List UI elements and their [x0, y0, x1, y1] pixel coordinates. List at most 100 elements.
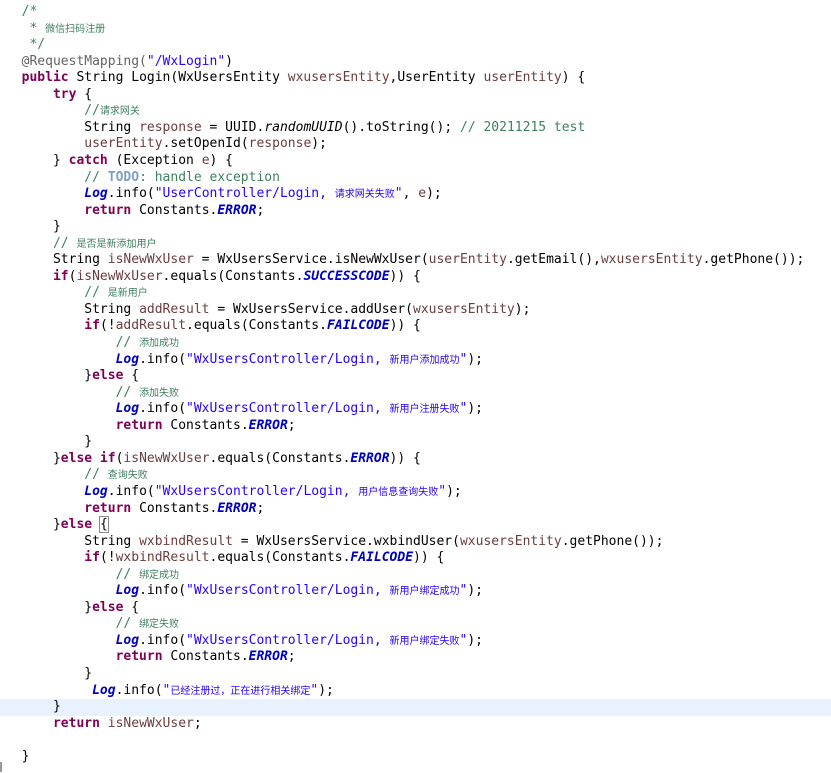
code-token: ) { [209, 152, 233, 168]
code-line[interactable]: // 是新用户 [0, 285, 831, 302]
code-token: } [6, 450, 61, 466]
code-token: if [52, 268, 69, 284]
code-line[interactable]: }else if(isNewWxUser.equals(Constants.ER… [0, 451, 831, 468]
code-token: : handle exception [139, 169, 280, 185]
code-line[interactable]: } [0, 749, 831, 766]
code-line[interactable]: } catch (Exception e) { [0, 153, 831, 170]
code-token: = WxUsersService.wxbindUser( [232, 533, 460, 549]
code-line[interactable]: // 查询失败 [0, 467, 831, 484]
code-line-text: // 添加成功 [6, 335, 180, 353]
code-line-text: Log.info("WxUsersController/Login, 新用户绑定… [6, 583, 483, 601]
code-line[interactable]: * 微信扫码注册 [0, 21, 831, 38]
code-token: response [248, 136, 312, 152]
code-token: // [6, 566, 140, 582]
code-token: .info( [107, 483, 155, 499]
code-line[interactable]: return isNewWxUser; [0, 716, 831, 733]
code-token: )) { [389, 318, 421, 334]
code-line-text: // TODO: handle exception [6, 170, 280, 187]
code-line-text: if(isNewWxUser.equals(Constants.SUCCESSC… [6, 269, 421, 286]
code-token: .getPhone()); [561, 533, 664, 549]
code-line-text: Log.info("WxUsersController/Login, 新用户添加… [6, 352, 483, 370]
code-token: 是否是新添加用户 [76, 238, 157, 250]
code-token: return [115, 649, 163, 665]
code-line[interactable]: @RequestMapping("/WxLogin") [0, 54, 831, 71]
code-token: // 20211215 test [460, 119, 586, 135]
code-token: } [6, 599, 93, 615]
code-line[interactable]: } [0, 666, 831, 683]
code-token: 添加失败 [139, 387, 180, 399]
code-line[interactable]: String isNewWxUser = WxUsersService.isNe… [0, 252, 831, 269]
code-token: return [84, 500, 132, 516]
code-line[interactable]: // 添加失败 [0, 385, 831, 402]
code-line[interactable]: if(!wxbindResult.equals(Constants.FAILCO… [0, 550, 831, 567]
code-token: ); [514, 301, 531, 317]
code-token: if [84, 550, 100, 566]
code-line[interactable]: /* [0, 4, 831, 21]
code-line[interactable]: return Constants.ERROR; [0, 649, 831, 666]
code-line[interactable]: } [0, 219, 831, 236]
code-line[interactable]: }else { [0, 600, 831, 617]
code-token: Log [115, 632, 140, 648]
code-line-text: if(!addResult.equals(Constants.FAILCODE)… [6, 318, 421, 335]
code-token: (Exception [107, 152, 202, 168]
code-line[interactable]: Log.info("WxUsersController/Login, 用户信息查… [0, 484, 831, 501]
code-line[interactable]: try { [0, 87, 831, 104]
code-line[interactable]: Log.info("已经注册过，正在进行相关绑定"); [0, 683, 831, 700]
code-token: // [6, 235, 77, 251]
code-token: .equals(Constants. [209, 550, 351, 566]
code-line[interactable]: } [0, 699, 831, 716]
code-line[interactable]: return Constants.ERROR; [0, 501, 831, 518]
code-line[interactable]: userEntity.setOpenId(response); [0, 136, 831, 153]
code-line[interactable]: } [0, 434, 831, 451]
code-line[interactable]: if(isNewWxUser.equals(Constants.SUCCESSC… [0, 269, 831, 286]
code-line[interactable]: }else { [0, 368, 831, 385]
code-token: .getEmail(), [506, 252, 601, 268]
code-line[interactable]: // 绑定成功 [0, 567, 831, 584]
code-line[interactable]: }else { [0, 516, 831, 534]
code-line[interactable]: // TODO: handle exception [0, 170, 831, 187]
code-line[interactable]: Log.info("WxUsersController/Login, 新用户添加… [0, 352, 831, 369]
code-token: ERROR [217, 500, 257, 516]
code-line[interactable]: return Constants.ERROR; [0, 203, 831, 220]
code-line-text: /* [6, 4, 38, 21]
code-line-text: Log.info("WxUsersController/Login, 用户信息查… [6, 483, 461, 502]
code-token: ); [467, 401, 484, 417]
code-token: 微信扫码注册 [45, 23, 106, 35]
code-line[interactable]: if(!addResult.equals(Constants.FAILCODE)… [0, 318, 831, 335]
code-line[interactable]: return Constants.ERROR; [0, 418, 831, 435]
code-line[interactable] [0, 732, 831, 749]
code-line[interactable]: // 是否是新添加用户 [0, 236, 831, 253]
code-line-text: if(!wxbindResult.equals(Constants.FAILCO… [6, 550, 444, 567]
code-line-text: //请求网关 [6, 103, 140, 121]
code-line[interactable]: public String Login(WxUsersEntity wxuser… [0, 70, 831, 87]
code-token: else [92, 368, 124, 384]
code-token: String [6, 252, 108, 268]
code-line[interactable]: Log.info("WxUsersController/Login, 新用户注册… [0, 401, 831, 418]
code-token: { [123, 599, 140, 615]
code-token: // [6, 103, 100, 119]
code-token: return [52, 715, 100, 731]
code-token: ; [287, 417, 296, 433]
code-line[interactable]: String wxbindResult = WxUsersService.wxb… [0, 534, 831, 551]
code-line-text: // 绑定成功 [6, 566, 180, 585]
code-token: 请求网关 [99, 106, 140, 118]
code-token: "WxUsersController/Login, [186, 401, 390, 417]
code-line-text: }else if(isNewWxUser.equals(Constants.ER… [6, 451, 421, 468]
code-line[interactable]: String response = UUID.randomUUID().toSt… [0, 120, 831, 137]
code-line[interactable]: String addResult = WxUsersService.addUse… [0, 302, 831, 319]
code-token: userEntity [84, 136, 163, 152]
code-line[interactable]: Log.info("UserController/Login, 请求网关失败",… [0, 186, 831, 203]
code-token: Log [115, 401, 140, 417]
code-line[interactable]: // 绑定失败 [0, 616, 831, 633]
code-line[interactable]: //请求网关 [0, 103, 831, 120]
code-token: .info( [107, 186, 155, 202]
code-line[interactable]: // 添加成功 [0, 335, 831, 352]
code-line[interactable]: Log.info("WxUsersController/Login, 新用户绑定… [0, 583, 831, 600]
code-token: 请求网关失败 [334, 189, 395, 201]
code-line[interactable]: Log.info("WxUsersController/Login, 新用户绑定… [0, 633, 831, 650]
code-line[interactable]: */ [0, 37, 831, 54]
code-token: addResult [115, 318, 187, 334]
code-editor[interactable]: /* * 微信扫码注册 */ @RequestMapping("/WxLogin… [0, 0, 831, 773]
